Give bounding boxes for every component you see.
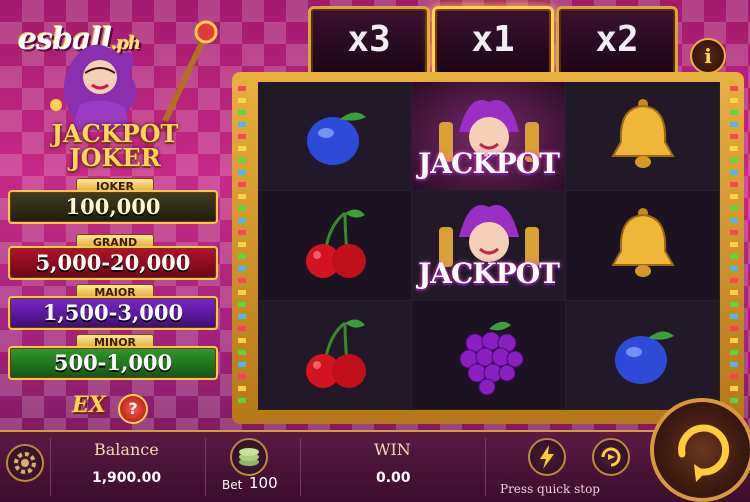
reel-cell	[258, 300, 412, 410]
reel-cell	[412, 300, 566, 410]
balance-label: Balance	[94, 440, 159, 459]
balance-value: 1,900.00	[92, 470, 162, 486]
extra-bet-button[interactable]: EX ?	[72, 390, 150, 424]
spin-arrow-icon	[678, 424, 730, 482]
bell-icon	[610, 208, 675, 278]
cherry-icon	[305, 319, 366, 388]
quick-stop-hint: Press quick stop	[500, 482, 600, 496]
grapes-icon	[459, 321, 523, 395]
autoplay-icon	[601, 447, 621, 467]
reel-cell	[258, 191, 412, 301]
gear-icon	[14, 452, 36, 474]
turbo-button[interactable]	[528, 438, 566, 476]
reel-cell	[566, 191, 720, 301]
reel-cell: JACKPOT	[412, 82, 566, 192]
joker-character-icon	[50, 44, 137, 130]
cherry-icon	[305, 209, 366, 279]
lightning-icon	[540, 445, 554, 469]
win-value: 0.00	[376, 470, 411, 486]
win-label: WIN	[374, 440, 411, 459]
reel-cell	[566, 300, 720, 410]
scepter-icon	[162, 20, 218, 123]
help-icon[interactable]: ?	[118, 394, 148, 424]
reel-grid: JACKPOT JACKPOT	[258, 82, 720, 410]
bottom-bar: Balance 1,900.00 Bet 100 WIN 0.00 Press …	[0, 430, 750, 502]
plum-icon	[306, 112, 366, 166]
chips-icon	[239, 448, 259, 466]
multiplier-x3: x3	[308, 6, 430, 78]
bell-icon	[610, 99, 675, 169]
plum-icon	[614, 331, 674, 384]
settings-button[interactable]	[6, 444, 44, 482]
game-title: JACKPOT JOKER	[51, 119, 179, 172]
reel-cell: JACKPOT	[412, 191, 566, 301]
reel-cell	[258, 82, 412, 192]
light-strip-left	[238, 86, 246, 408]
bet-label: Bet	[222, 478, 243, 492]
jackpot-panel: esball.ph JACKPOT JOKER JOKER 100,000 GR…	[0, 0, 232, 430]
light-strip-right	[730, 86, 738, 408]
autoplay-button[interactable]	[592, 438, 630, 476]
bet-button[interactable]	[230, 438, 268, 476]
spin-button[interactable]	[650, 398, 750, 502]
multiplier-x1: x1	[432, 6, 554, 78]
bet-value: 100	[249, 474, 278, 492]
reel-frame: JACKPOT JACKPOT	[232, 72, 744, 424]
reel-cell	[566, 82, 720, 192]
multiplier-x2: x2	[556, 6, 678, 78]
info-button[interactable]: i	[690, 38, 726, 74]
